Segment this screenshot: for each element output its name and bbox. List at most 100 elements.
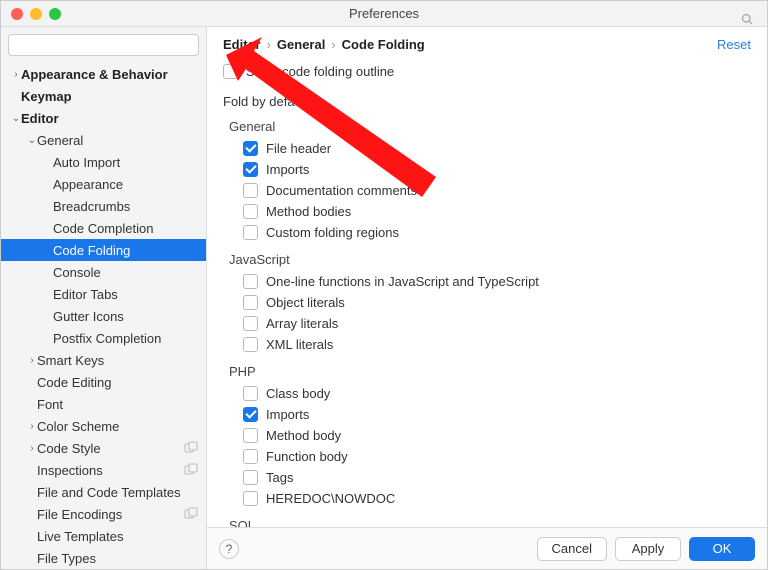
sidebar-item[interactable]: Code Folding [1,239,206,261]
minimize-icon[interactable] [30,8,42,20]
cancel-button[interactable]: Cancel [537,537,607,561]
sidebar-item-label: Code Completion [53,221,153,236]
sidebar-item-label: Inspections [37,463,103,478]
sidebar-item[interactable]: Code Completion [1,217,206,239]
sidebar-item[interactable]: Font [1,393,206,415]
option-checkbox[interactable] [243,470,258,485]
sidebar-item[interactable]: ⌄General [1,129,206,151]
sidebar-item[interactable]: File Encodings [1,503,206,525]
option-row[interactable]: Imports [223,404,751,424]
sidebar-item-label: Code Style [37,441,101,456]
option-checkbox[interactable] [243,407,258,422]
sidebar-item[interactable]: Auto Import [1,151,206,173]
chevron-right-icon[interactable]: › [27,355,37,366]
close-icon[interactable] [11,8,23,20]
breadcrumb-part[interactable]: Editor [223,37,261,52]
option-row[interactable]: HEREDOC\NOWDOC [223,488,751,508]
sidebar-item[interactable]: Keymap [1,85,206,107]
sidebar-item[interactable]: ›Code Style [1,437,206,459]
option-checkbox[interactable] [243,428,258,443]
option-checkbox[interactable] [243,204,258,219]
option-row[interactable]: Class body [223,383,751,403]
option-row[interactable]: Array literals [223,313,751,333]
option-row[interactable]: Object literals [223,292,751,312]
option-checkbox[interactable] [243,295,258,310]
search-input[interactable] [8,34,199,56]
sidebar-item[interactable]: Editor Tabs [1,283,206,305]
chevron-down-icon[interactable]: ⌄ [27,135,37,146]
option-row[interactable]: File header [223,138,751,158]
option-checkbox[interactable] [243,225,258,240]
sidebar-item[interactable]: Live Templates [1,525,206,547]
sidebar-item[interactable]: ⌄Editor [1,107,206,129]
sidebar-item-label: Code Folding [53,243,130,258]
option-checkbox[interactable] [243,274,258,289]
sidebar-item[interactable]: Inspections [1,459,206,481]
breadcrumb-part[interactable]: General [277,37,325,52]
option-row[interactable]: Method bodies [223,201,751,221]
option-label: One-line functions in JavaScript and Typ… [266,274,539,289]
sidebar-item[interactable]: Breadcrumbs [1,195,206,217]
chevron-down-icon[interactable]: ⌄ [11,113,21,124]
option-row[interactable]: Custom folding regions [223,222,751,242]
sidebar-item[interactable]: ›Smart Keys [1,349,206,371]
option-label: Custom folding regions [266,225,399,240]
group-title: PHP [229,364,751,379]
option-row[interactable]: Tags [223,467,751,487]
chevron-right-icon[interactable]: › [27,443,37,454]
sidebar-item-label: Live Templates [37,529,123,544]
option-label: Function body [266,449,348,464]
sidebar-item-label: Auto Import [53,155,120,170]
option-checkbox[interactable] [243,337,258,352]
option-checkbox[interactable] [243,162,258,177]
apply-button[interactable]: Apply [615,537,681,561]
sidebar-item-label: Console [53,265,101,280]
group-title: JavaScript [229,252,751,267]
option-row[interactable]: XML literals [223,334,751,354]
sidebar-item-label: Appearance & Behavior [21,67,168,82]
ok-button[interactable]: OK [689,537,755,561]
option-label: XML literals [266,337,333,352]
option-label: Object literals [266,295,345,310]
preferences-window: Preferences ›Appearance & BehaviorKeymap… [0,0,768,570]
option-row[interactable]: One-line functions in JavaScript and Typ… [223,271,751,291]
option-checkbox[interactable] [243,449,258,464]
sidebar-item-label: General [37,133,83,148]
option-checkbox[interactable] [243,386,258,401]
settings-tree[interactable]: ›Appearance & BehaviorKeymap⌄Editor⌄Gene… [1,63,206,569]
fold-by-default-label: Fold by default: [223,94,751,109]
option-label: Imports [266,162,309,177]
sidebar-item[interactable]: File and Code Templates [1,481,206,503]
show-outline-checkbox[interactable] [223,64,238,79]
option-label: Documentation comments [266,183,417,198]
option-checkbox[interactable] [243,316,258,331]
option-row[interactable]: Function body [223,446,751,466]
sidebar-item[interactable]: ›Appearance & Behavior [1,63,206,85]
option-row[interactable]: Imports [223,159,751,179]
sidebar-item[interactable]: Code Editing [1,371,206,393]
show-outline-row[interactable]: Show code folding outline [223,61,751,81]
sidebar-item[interactable]: Gutter Icons [1,305,206,327]
option-checkbox[interactable] [243,491,258,506]
sidebar-item[interactable]: Console [1,261,206,283]
sidebar: ›Appearance & BehaviorKeymap⌄Editor⌄Gene… [1,27,207,569]
reset-link[interactable]: Reset [717,37,751,52]
sidebar-item[interactable]: ›Color Scheme [1,415,206,437]
chevron-right-icon[interactable]: › [11,69,21,80]
help-button[interactable]: ? [219,539,239,559]
option-label: Method bodies [266,204,351,219]
breadcrumb-part[interactable]: Code Folding [342,37,425,52]
chevron-right-icon[interactable]: › [27,421,37,432]
sidebar-item[interactable]: File Types [1,547,206,569]
sidebar-item-label: Code Editing [37,375,111,390]
traffic-lights [1,8,61,20]
option-row[interactable]: Method body [223,425,751,445]
zoom-icon[interactable] [49,8,61,20]
option-row[interactable]: Documentation comments [223,180,751,200]
option-checkbox[interactable] [243,141,258,156]
project-scope-icon [184,463,198,477]
sidebar-item[interactable]: Postfix Completion [1,327,206,349]
sidebar-item[interactable]: Appearance [1,173,206,195]
option-checkbox[interactable] [243,183,258,198]
show-outline-label: Show code folding outline [246,64,394,79]
